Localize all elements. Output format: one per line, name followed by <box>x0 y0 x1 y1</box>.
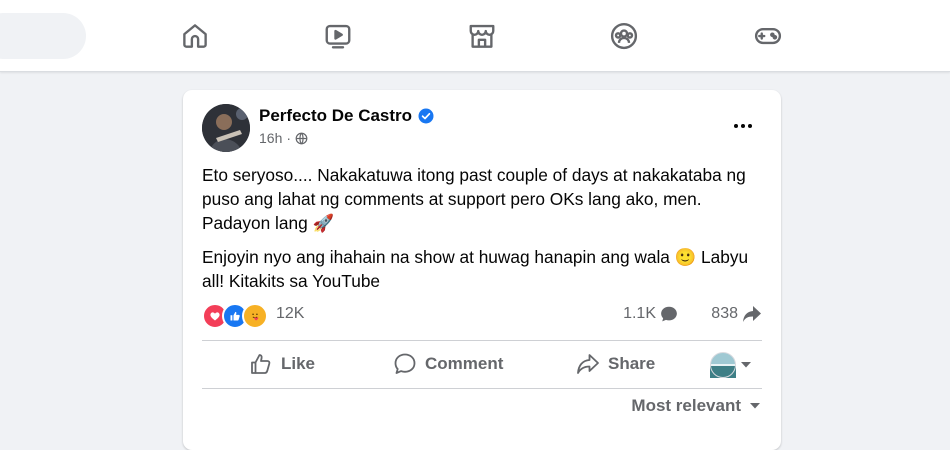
share-icon <box>577 354 599 374</box>
groups-tab[interactable] <box>604 16 644 56</box>
comment-label: Comment <box>425 354 504 373</box>
post-time[interactable]: 16h <box>259 130 282 146</box>
like-label: Like <box>281 354 316 373</box>
watch-tab[interactable] <box>318 16 358 56</box>
like-button[interactable]: Like <box>249 342 315 386</box>
share-button[interactable]: Share <box>576 342 655 386</box>
thumbs-up-icon <box>251 354 271 374</box>
meta-separator: · <box>286 130 292 146</box>
reaction-icons[interactable] <box>202 303 268 329</box>
dot-icon <box>734 124 738 128</box>
verified-badge-icon <box>418 108 434 124</box>
gaming-tab[interactable] <box>748 16 788 56</box>
comment-bubble-icon <box>661 306 677 322</box>
share-count-link[interactable]: 838 <box>711 305 762 323</box>
dot-icon <box>748 124 752 128</box>
author-name[interactable]: Perfecto De Castro <box>259 106 412 126</box>
groups-icon <box>610 22 638 50</box>
care-reaction-icon <box>242 303 268 329</box>
share-arrow-icon <box>743 306 761 322</box>
react-as-selector[interactable] <box>710 352 752 378</box>
home-icon <box>183 24 207 48</box>
stats-divider <box>202 340 762 341</box>
post-meta: 16h · <box>259 130 308 146</box>
home-tab[interactable] <box>175 16 215 56</box>
author-name-row[interactable]: Perfecto De Castro <box>259 106 434 126</box>
sort-label: Most relevant <box>631 396 741 415</box>
post-paragraph-2: Enjoyin nyo ang ihahain na show at huwag… <box>202 247 749 291</box>
top-navigation-bar <box>0 0 950 72</box>
comment-count: 1.1K <box>623 305 656 322</box>
gaming-icon <box>754 27 782 45</box>
more-options-button[interactable] <box>725 112 761 140</box>
post-stats: 12K 1.1K 838 <box>202 303 762 329</box>
watch-icon <box>325 24 351 49</box>
author-avatar[interactable] <box>202 104 250 152</box>
comment-sort-dropdown[interactable]: Most relevant <box>631 396 761 416</box>
dot-icon <box>741 124 745 128</box>
caret-down-icon <box>741 362 751 368</box>
caret-down-icon <box>750 403 760 409</box>
profile-thumbnail-icon <box>710 352 736 378</box>
comment-icon <box>394 353 416 374</box>
comment-button[interactable]: Comment <box>393 342 503 386</box>
share-label: Share <box>608 354 656 373</box>
comment-count-link[interactable]: 1.1K <box>623 305 678 323</box>
post-paragraph-1: Eto seryoso.... Nakakatuwa itong past co… <box>202 165 746 233</box>
share-count: 838 <box>711 305 738 322</box>
post-card: Perfecto De Castro 16h · Eto seryoso....… <box>183 90 781 450</box>
post-text: Eto seryoso.... Nakakatuwa itong past co… <box>202 163 767 293</box>
marketplace-tab[interactable] <box>462 16 502 56</box>
reaction-count[interactable]: 12K <box>276 305 304 323</box>
marketplace-icon <box>469 24 495 48</box>
actions-divider <box>202 388 762 389</box>
globe-icon[interactable] <box>295 132 308 145</box>
search-box[interactable] <box>0 13 86 59</box>
action-bar: Like Comment Share <box>202 342 762 386</box>
